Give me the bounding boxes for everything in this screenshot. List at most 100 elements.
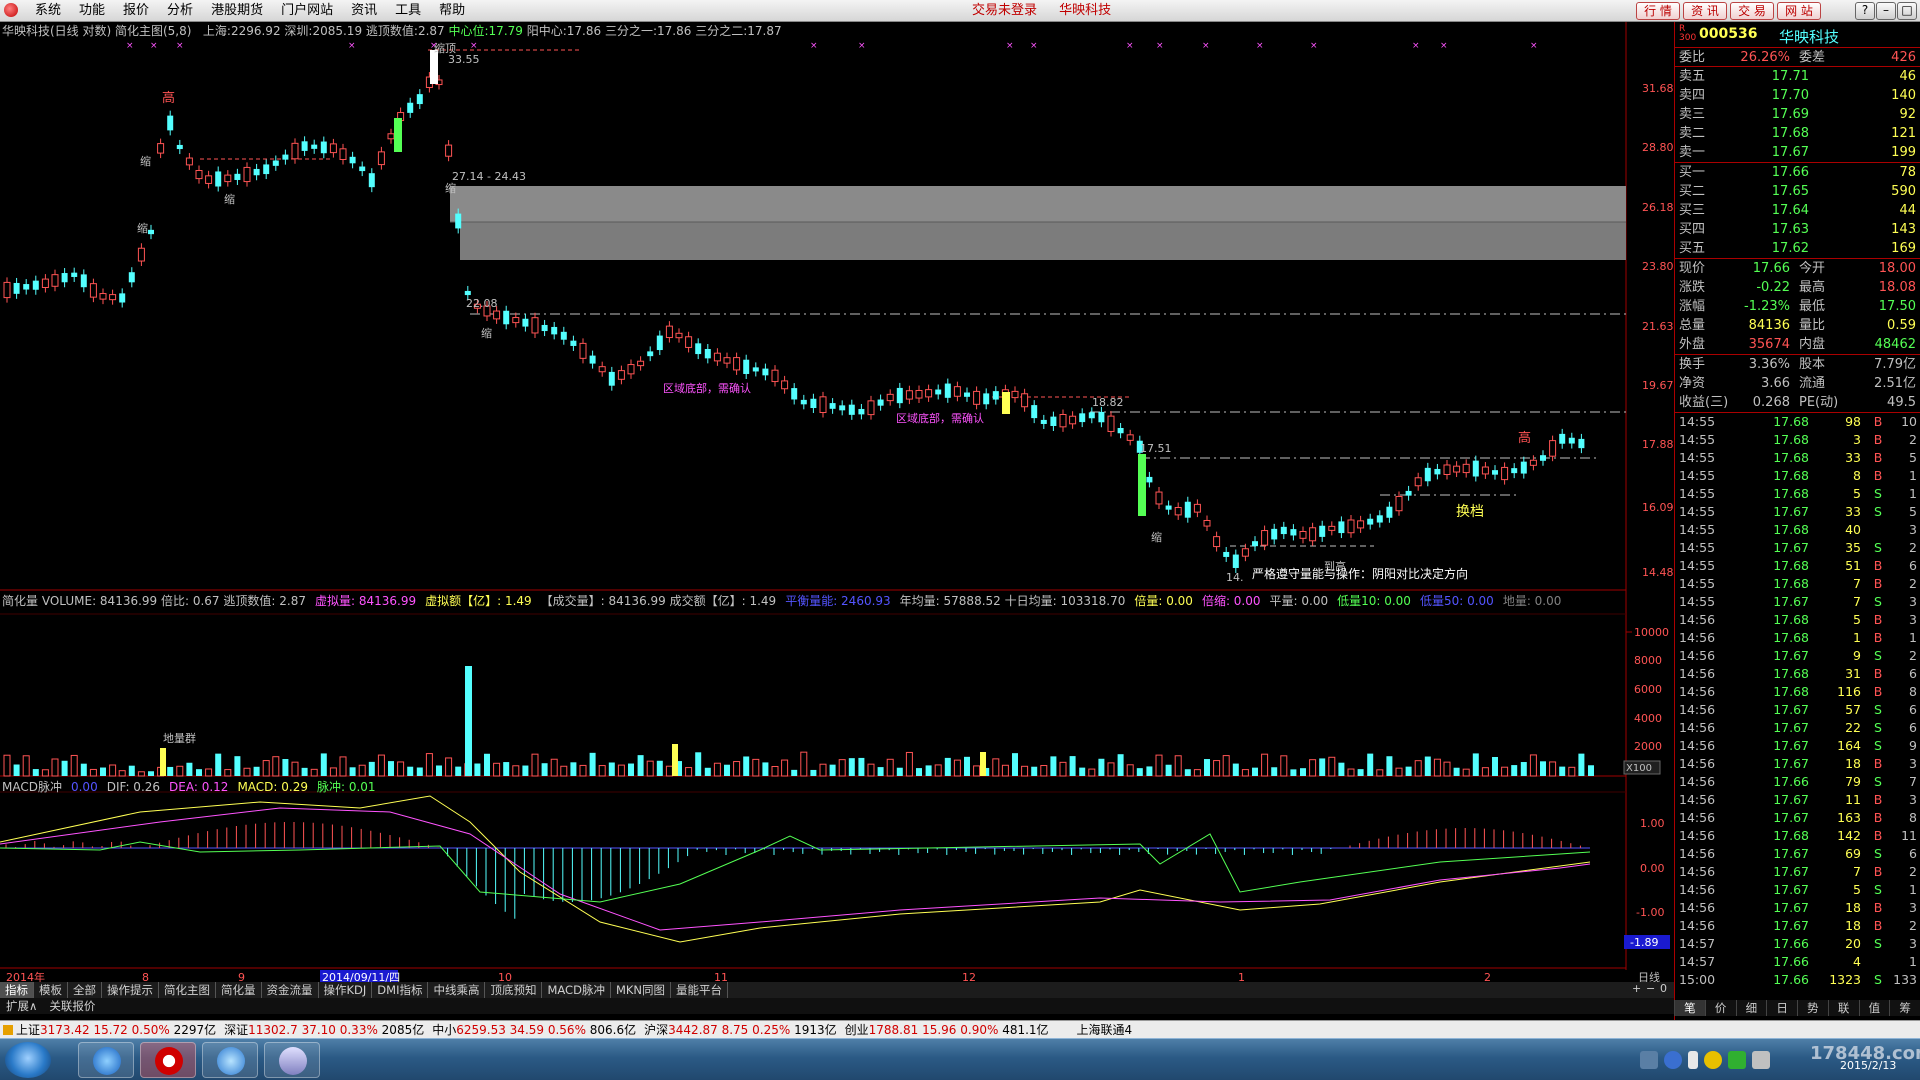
quote-mode-button[interactable]: 行 情 bbox=[1636, 2, 1680, 20]
indicator-tab[interactable]: 顶底预知 bbox=[485, 982, 543, 998]
help-icon[interactable]: ? bbox=[1855, 2, 1875, 20]
menu-hk-futures[interactable]: 港股期货 bbox=[202, 0, 272, 22]
index-item[interactable]: 创业1788.81 15.96 0.90% 481.1亿 bbox=[845, 1021, 1049, 1039]
taskbar-tool-button[interactable] bbox=[264, 1042, 320, 1078]
quote-value: 18.00 bbox=[1878, 261, 1916, 276]
zoom-out-button[interactable]: − bbox=[1646, 982, 1655, 995]
indicator-tab[interactable]: 操作KDJ bbox=[319, 982, 373, 998]
tab-trend[interactable]: 势 bbox=[1797, 1000, 1828, 1016]
index-item[interactable]: 沪深3442.87 8.75 0.25% 1913亿 bbox=[644, 1021, 836, 1039]
indicator-tab[interactable]: 模板 bbox=[34, 982, 68, 998]
indicator-tab[interactable]: 简化主图 bbox=[159, 982, 216, 998]
bid-row[interactable]: 买一 17.66 78 bbox=[1675, 163, 1920, 182]
tick-direction: S bbox=[1874, 486, 1882, 501]
chart-canvas[interactable]: × × × × × × × × × × × × × × × × × × 31.68 28.80 26.18 23.… bbox=[0, 22, 1674, 982]
news-mode-button[interactable]: 资 讯 bbox=[1683, 2, 1727, 20]
tick-row: 14:55 17.68 5 S 1 bbox=[1675, 485, 1920, 503]
keyboard-icon[interactable] bbox=[1640, 1051, 1658, 1069]
volume-icon[interactable] bbox=[1752, 1051, 1770, 1069]
chart-area[interactable]: × × × × × × × × × × × × × × × × × × 31.68 28.80 26.18 23.… bbox=[0, 22, 1674, 982]
book-price: 17.70 bbox=[1771, 88, 1809, 103]
tick-volume: 33 bbox=[1845, 504, 1861, 519]
site-mode-button[interactable]: 网 站 bbox=[1777, 2, 1821, 20]
ask-row[interactable]: 卖一 17.67 199 bbox=[1675, 143, 1920, 162]
volume-header-item: 低量50: 0.00 bbox=[1419, 594, 1494, 608]
index-percent: 0.50% bbox=[131, 1023, 174, 1037]
help-tray-icon[interactable] bbox=[1664, 1051, 1682, 1069]
tab-value[interactable]: 值 bbox=[1858, 1000, 1890, 1016]
tab-day[interactable]: 日 bbox=[1766, 1000, 1797, 1016]
ask-row[interactable]: 卖五 17.71 46 bbox=[1675, 67, 1920, 86]
indicator-tab[interactable]: MACD脉冲 bbox=[542, 982, 611, 998]
indicator-tab[interactable]: 指标 bbox=[0, 982, 34, 998]
indicator-tab[interactable]: 资金流量 bbox=[262, 982, 319, 998]
bid-row[interactable]: 买二 17.65 590 bbox=[1675, 182, 1920, 201]
tick-count: 2 bbox=[1909, 648, 1917, 663]
ask-row[interactable]: 卖四 17.70 140 bbox=[1675, 86, 1920, 105]
indicator-tab[interactable]: 中线乘高 bbox=[428, 982, 486, 998]
network-icon[interactable] bbox=[1704, 1051, 1722, 1069]
zoom-reset-button[interactable]: 0 bbox=[1660, 982, 1667, 995]
ask-row[interactable]: 卖三 17.69 92 bbox=[1675, 105, 1920, 124]
related-quote-button[interactable]: 关联报价 bbox=[43, 998, 101, 1014]
taskbar-date[interactable]: 2015/2/13 bbox=[1840, 1059, 1896, 1072]
date-label: 12 bbox=[962, 971, 976, 982]
tick-volume: 11 bbox=[1845, 792, 1861, 807]
tick-row: 14:56 17.68 31 B 6 bbox=[1675, 665, 1920, 683]
bid-row[interactable]: 买五 17.62 169 bbox=[1675, 239, 1920, 258]
expand-button[interactable]: 扩展∧ bbox=[0, 998, 43, 1014]
ask-row[interactable]: 卖二 17.68 121 bbox=[1675, 124, 1920, 143]
indicator-tab[interactable]: 量能平台 bbox=[671, 982, 729, 998]
menu-system[interactable]: 系统 bbox=[26, 0, 70, 22]
security-icon[interactable] bbox=[1728, 1051, 1746, 1069]
tray-arrow-icon[interactable] bbox=[1688, 1051, 1698, 1069]
volume-tick: 6000 bbox=[1634, 683, 1662, 696]
indicator-tab[interactable]: 全部 bbox=[68, 982, 102, 998]
menu-portal[interactable]: 门户网站 bbox=[272, 0, 342, 22]
trade-mode-button[interactable]: 交 易 bbox=[1730, 2, 1774, 20]
menu-news[interactable]: 资讯 bbox=[342, 0, 386, 22]
tab-price[interactable]: 价 bbox=[1704, 1000, 1736, 1016]
book-label: 卖五 bbox=[1679, 69, 1706, 84]
svg-text:×: × bbox=[470, 41, 478, 51]
taskbar-browser-button[interactable] bbox=[78, 1042, 134, 1078]
tick-volume: 57 bbox=[1845, 702, 1861, 717]
tab-chips[interactable]: 筹 bbox=[1889, 1000, 1920, 1016]
tick-time: 14:56 bbox=[1679, 774, 1716, 789]
tab-linked[interactable]: 联 bbox=[1827, 1000, 1859, 1016]
tick-volume: 3 bbox=[1853, 432, 1861, 447]
index-item[interactable]: 深证11302.7 37.10 0.33% 2085亿 bbox=[224, 1021, 424, 1039]
index-item[interactable]: 上证3173.42 15.72 0.50% 2297亿 bbox=[0, 1021, 216, 1039]
menu-tools[interactable]: 工具 bbox=[386, 0, 430, 22]
zoom-in-button[interactable]: + bbox=[1632, 982, 1641, 995]
maximize-icon[interactable]: □ bbox=[1897, 2, 1917, 20]
menu-quote[interactable]: 报价 bbox=[114, 0, 158, 22]
index-item[interactable]: 中小6259.53 34.59 0.56% 806.6亿 bbox=[432, 1021, 636, 1039]
menu-function[interactable]: 功能 bbox=[70, 0, 114, 22]
tab-trades[interactable]: 笔 bbox=[1674, 1000, 1705, 1016]
connection-status[interactable]: 上海联通4 bbox=[1077, 1021, 1133, 1039]
indicator-tab[interactable]: 操作提示 bbox=[102, 982, 159, 998]
menu-analysis[interactable]: 分析 bbox=[158, 0, 202, 22]
trade-login-status[interactable]: 交易未登录 bbox=[972, 3, 1037, 18]
indicator-tab[interactable]: MKN同图 bbox=[611, 982, 672, 998]
start-button-icon[interactable] bbox=[5, 1042, 51, 1078]
bid-row[interactable]: 买三 17.64 44 bbox=[1675, 201, 1920, 220]
minimize-icon[interactable]: – bbox=[1876, 2, 1896, 20]
stock-code[interactable]: 000536 bbox=[1699, 26, 1757, 42]
bid-row[interactable]: 买四 17.63 143 bbox=[1675, 220, 1920, 239]
book-price: 17.71 bbox=[1771, 69, 1809, 84]
indicator-tab[interactable]: DMI指标 bbox=[372, 982, 429, 998]
taskbar-trading-app-button[interactable] bbox=[140, 1042, 196, 1078]
tick-list[interactable]: 14:55 17.68 98 B 10 14:55 17.68 3 B 2 14:55 17.68 33… bbox=[1675, 413, 1920, 989]
period-label[interactable]: 日线 bbox=[1638, 970, 1660, 982]
menu-help[interactable]: 帮助 bbox=[430, 0, 474, 22]
index-percent: 0.33% bbox=[339, 1023, 382, 1037]
stock-badge: R 300 bbox=[1679, 24, 1697, 43]
indicator-tab[interactable]: 简化量 bbox=[216, 982, 262, 998]
taskbar-ie-button[interactable] bbox=[202, 1042, 258, 1078]
tab-detail[interactable]: 细 bbox=[1735, 1000, 1767, 1016]
stock-name[interactable]: 华映科技 bbox=[1779, 26, 1839, 47]
tick-price: 17.67 bbox=[1773, 900, 1809, 915]
tick-time: 14:55 bbox=[1679, 450, 1716, 465]
